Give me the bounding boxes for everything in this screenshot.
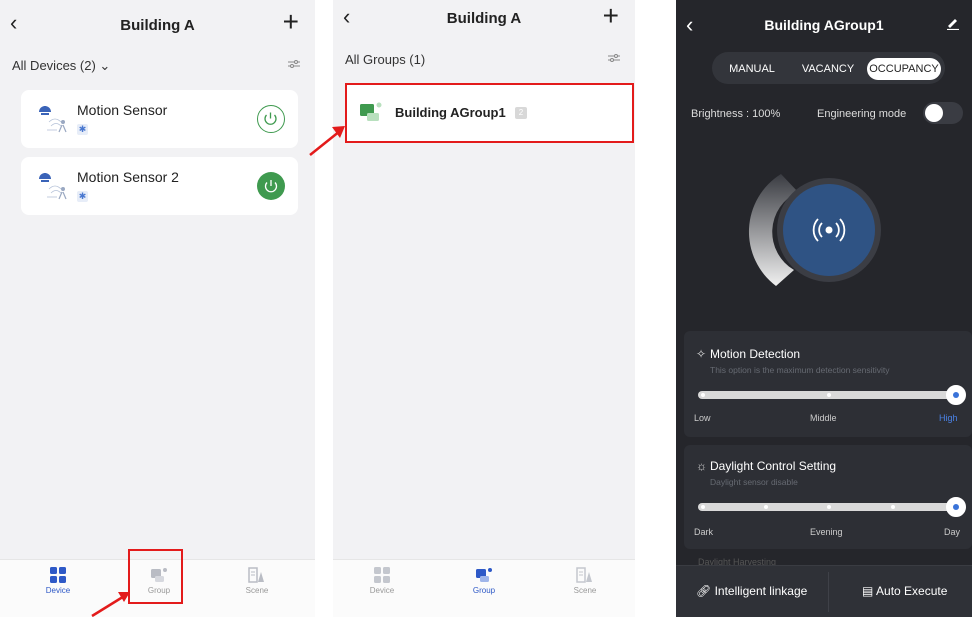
auto-execute-button[interactable]: ▤ Auto Execute: [862, 584, 947, 598]
daylight-slider[interactable]: [698, 497, 966, 517]
highlight-box: [128, 549, 183, 604]
mode-selector: MANUAL VACANCY OCCUPANCY: [712, 52, 945, 84]
pointer-arrow-icon: [91, 592, 130, 617]
device-card[interactable]: Motion Sensor 2 ✱: [21, 157, 298, 215]
screen-group-detail: ‹ Building AGroup1 MANUAL VACANCY OCCUPA…: [676, 0, 972, 617]
screen-devices: ‹ Building A + All Devices (2) ⌄ Motion …: [0, 0, 315, 617]
tab-scene[interactable]: Scene: [227, 566, 287, 595]
brightness-label: Brightness : 100%: [691, 108, 781, 120]
daylight-control-section: ☼ Daylight Control Setting Daylight sens…: [684, 445, 972, 549]
tab-scene[interactable]: Scene: [555, 566, 615, 595]
device-name: Motion Sensor 2: [77, 169, 179, 185]
filter-icon[interactable]: [607, 52, 621, 67]
device-grid-icon: [50, 567, 66, 583]
link-icon: 🔗︎: [696, 584, 712, 598]
slider-thumb[interactable]: [946, 497, 966, 517]
highlight-box: [345, 83, 634, 143]
motion-sensor-icon: [35, 167, 75, 205]
motion-icon: ✧: [696, 347, 707, 361]
header: ‹ Building A +: [0, 0, 315, 48]
document-icon: ▤: [862, 584, 874, 598]
all-devices-dropdown[interactable]: All Devices (2) ⌄: [12, 58, 110, 74]
bottom-action-bar: 🔗︎ Intelligent linkage ▤ Auto Execute: [676, 565, 972, 617]
tab-group[interactable]: Group: [454, 566, 514, 595]
engineering-mode-toggle[interactable]: [923, 102, 963, 124]
header: ‹ Building AGroup1: [676, 0, 972, 48]
page-title: Building A: [446, 10, 522, 27]
bluetooth-icon: ✱: [77, 191, 88, 202]
intelligent-linkage-button[interactable]: 🔗︎ Intelligent linkage: [696, 584, 807, 598]
motion-detection-subtitle: This option is the maximum detection sen…: [710, 365, 890, 375]
motion-sensor-icon: [35, 100, 75, 138]
tab-device[interactable]: Device: [28, 566, 88, 595]
device-name: Motion Sensor: [77, 102, 168, 118]
scene-icon: [248, 567, 264, 583]
page-title: Building AGroup1: [764, 17, 884, 33]
edit-icon[interactable]: [946, 16, 960, 30]
mode-manual-button[interactable]: MANUAL: [722, 58, 782, 80]
device-card[interactable]: Motion Sensor ✱: [21, 90, 298, 148]
tab-device[interactable]: Device: [352, 566, 412, 595]
list-header: All Devices (2) ⌄: [0, 48, 315, 84]
power-toggle-button[interactable]: [257, 172, 285, 200]
bottom-tab-bar: Device Group Scene: [333, 559, 635, 617]
all-groups-label: All Groups (1): [345, 52, 426, 67]
occupancy-dial[interactable]: [736, 160, 916, 310]
mode-occupancy-button[interactable]: OCCUPANCY: [867, 58, 941, 80]
device-grid-icon: [374, 567, 390, 583]
group-icon: [476, 568, 492, 582]
power-toggle-button[interactable]: [257, 105, 285, 133]
page-title: Building A: [120, 17, 195, 34]
sensitivity-slider[interactable]: [698, 385, 966, 405]
add-button[interactable]: +: [603, 2, 619, 30]
add-button[interactable]: +: [283, 8, 299, 36]
list-header: All Groups (1): [333, 40, 635, 78]
slider-thumb[interactable]: [946, 385, 966, 405]
motion-detection-title: Motion Detection: [710, 347, 801, 361]
daylight-control-title: Daylight Control Setting: [710, 459, 837, 473]
daylight-control-subtitle: Daylight sensor disable: [710, 477, 798, 487]
mode-vacancy-button[interactable]: VACANCY: [798, 58, 858, 80]
bluetooth-icon: ✱: [77, 124, 88, 135]
motion-detection-section: ✧ Motion Detection This option is the ma…: [684, 331, 972, 437]
sun-icon: ☼: [696, 459, 707, 473]
header: ‹ Building A +: [333, 0, 635, 40]
filter-icon[interactable]: [287, 58, 301, 73]
scene-icon: [576, 567, 592, 583]
pointer-arrow-icon: [309, 126, 345, 156]
engineering-mode-label: Engineering mode: [817, 108, 907, 120]
